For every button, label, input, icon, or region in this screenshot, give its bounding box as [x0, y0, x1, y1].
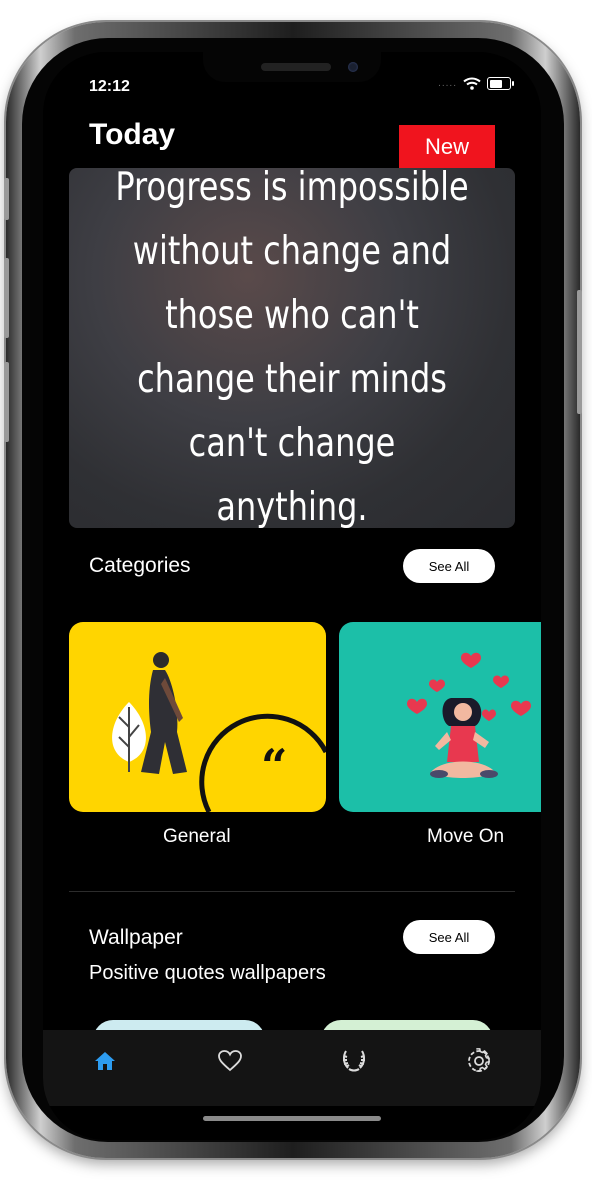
silent-switch [4, 178, 9, 220]
quote-text: Progress is impossible without change an… [115, 165, 469, 530]
tab-bar [43, 1030, 541, 1106]
wifi-icon [463, 77, 481, 90]
gear-icon [467, 1048, 490, 1072]
category-card-move-on[interactable] [339, 622, 541, 812]
wallpaper-title: Wallpaper [89, 926, 183, 949]
tab-home[interactable] [75, 1046, 135, 1076]
home-indicator[interactable] [203, 1116, 381, 1121]
section-divider [69, 891, 515, 892]
categories-see-all-button[interactable]: See All [403, 549, 495, 583]
heart-icon [217, 1050, 242, 1072]
category-label-general: General [163, 826, 231, 847]
page-title: Today [89, 118, 176, 151]
categories-title: Categories [89, 554, 191, 577]
status-icons: ..... [438, 77, 514, 90]
volume-down-button [4, 362, 9, 442]
app-screen: 12:12 ..... Today New Progress is imposs… [43, 52, 541, 1140]
general-illustration: “ [112, 652, 326, 812]
tab-achievements[interactable] [324, 1046, 384, 1076]
quote-card[interactable]: Progress is impossible without change an… [69, 165, 515, 530]
wallpaper-see-all-button[interactable]: See All [403, 920, 495, 954]
power-button [577, 290, 582, 414]
volume-up-button [4, 258, 9, 338]
speaker [261, 63, 331, 71]
status-time: 12:12 [89, 78, 130, 95]
battery-icon [487, 77, 514, 90]
move-on-illustration [407, 652, 531, 778]
tab-favorites[interactable] [200, 1046, 260, 1076]
tab-settings[interactable] [449, 1046, 509, 1076]
wallpaper-subtitle: Positive quotes wallpapers [89, 962, 326, 984]
signal-indicator: ..... [438, 78, 457, 89]
laurel-icon [343, 1050, 366, 1072]
svg-text:“: “ [261, 739, 287, 793]
home-icon [95, 1052, 116, 1070]
front-camera [348, 62, 358, 72]
category-label-move-on: Move On [427, 826, 505, 847]
notch [203, 52, 381, 82]
category-card-general[interactable]: “ [69, 622, 326, 812]
